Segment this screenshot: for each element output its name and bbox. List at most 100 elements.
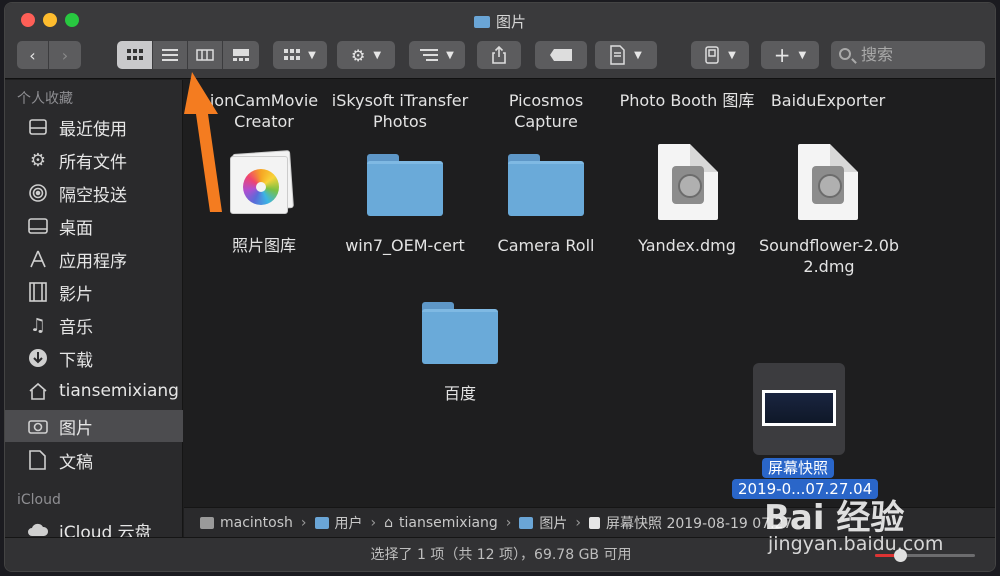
path-segment[interactable]: ⌂ tiansemixiang (384, 515, 498, 531)
gallery-view-button[interactable] (223, 41, 259, 69)
sidebar-item-downloads[interactable]: 下载 (5, 342, 183, 374)
sidebar-item-recents[interactable]: 最近使用 (5, 111, 183, 143)
sidebar-item-desktop[interactable]: 桌面 (5, 210, 183, 242)
disk-drive-icon (812, 166, 844, 204)
folder-icon[interactable] (422, 302, 498, 364)
selected-file-name: 屏幕快照 (762, 458, 835, 478)
recents-icon (27, 116, 49, 138)
file-name: Camera Roll (497, 236, 595, 255)
view-switcher (117, 41, 259, 69)
get-info-button[interactable]: ▼ (595, 41, 657, 69)
file-item[interactable]: Photo Booth 图库 (612, 90, 762, 111)
folder-icon (519, 516, 534, 529)
disk-drive-icon (672, 166, 704, 204)
document-icon (589, 516, 601, 529)
chevron-down-icon: ▼ (308, 49, 316, 61)
dmg-file-icon[interactable] (798, 144, 858, 220)
sidebar-item-label: 应用程序 (59, 251, 127, 272)
path-segment[interactable]: 图片 (519, 513, 567, 533)
file-name: iSkysoft iTransfer (331, 91, 469, 110)
chevron-right-icon: › (370, 514, 377, 531)
path-segment[interactable]: macintosh (200, 515, 293, 531)
favorites-header: 个人收藏 (17, 91, 73, 107)
share-button[interactable] (477, 41, 521, 69)
screenshot-file-icon[interactable] (753, 363, 845, 455)
list-view-button[interactable] (153, 41, 188, 69)
path-segment[interactable]: 屏幕快照 2019-08-19 07.27 (589, 513, 792, 533)
search-placeholder: 搜索 (861, 45, 894, 64)
chevron-down-icon: ▼ (634, 49, 642, 61)
file-item[interactable]: Picosmos Capture (476, 90, 616, 132)
camera-icon (27, 415, 49, 437)
home-icon: ⌂ (384, 514, 394, 531)
folder-icon[interactable] (367, 154, 443, 216)
chevron-right-icon: › (505, 514, 512, 531)
nav-buttons: ‹ › (17, 41, 81, 69)
icon-view-button[interactable] (117, 41, 153, 69)
finder-window: 图片 ‹ › ▼ ⚙ ▼ ▼ ▼ ▼ + ▼ 搜索 个人收藏 最近使用 ⚙ 所有… (4, 2, 996, 572)
sidebar-item-movies[interactable]: 影片 (5, 276, 183, 308)
folder-body (367, 161, 443, 216)
file-name: Soundflower-2.0b 2.dmg (754, 235, 904, 277)
chevron-right-icon: › (300, 514, 307, 531)
path-label: 用户 (334, 515, 363, 532)
group-button[interactable]: ▼ (273, 41, 327, 69)
forward-button[interactable]: › (49, 41, 81, 69)
hard-drive-icon (200, 516, 214, 529)
file-name: Photo Booth 图库 (619, 91, 755, 110)
sidebar-item-label: 所有文件 (59, 152, 127, 173)
icon-view-icon (126, 49, 143, 60)
folder-body (422, 309, 498, 364)
sidebar-item-airdrop[interactable]: 隔空投送 (5, 177, 183, 209)
file-grid: ionCamMovie Creator iSkysoft iTransfer P… (184, 80, 995, 507)
chevron-down-icon: ▼ (728, 49, 736, 61)
file-name: Photos (373, 112, 427, 131)
file-name-line: 2.dmg (803, 257, 855, 276)
sidebar: 个人收藏 最近使用 ⚙ 所有文件 隔空投送 桌面 应用程序 影片 ♫ 音乐 下载… (5, 80, 183, 543)
share-icon (492, 46, 506, 64)
file-name: Picosmos (508, 91, 584, 110)
gear-icon: ⚙ (29, 149, 47, 171)
arrange-button[interactable]: ▼ (409, 41, 465, 69)
column-view-button[interactable] (188, 41, 223, 69)
baidu-watermark: Bai 经验 (764, 490, 904, 539)
sidebar-item-documents[interactable]: 文稿 (5, 444, 183, 476)
dmg-file-icon[interactable] (658, 144, 718, 220)
file-name: win7_OEM-cert (345, 236, 465, 255)
sidebar-item-label: 音乐 (59, 317, 93, 338)
action-button[interactable]: ⚙ ▼ (337, 41, 395, 69)
file-name: Capture (514, 112, 578, 131)
add-button[interactable]: + ▼ (761, 41, 819, 69)
sidebar-item-label: 桌面 (59, 218, 93, 239)
home-icon (27, 380, 49, 402)
sidebar-item-label: 图片 (59, 418, 93, 439)
download-icon (27, 347, 49, 369)
path-label: macintosh (220, 514, 293, 531)
annotation-arrow-icon (184, 72, 222, 212)
file-name: BaiduExporter (770, 91, 886, 110)
device-icon (705, 46, 719, 64)
arrange-icon (420, 49, 439, 61)
folder-body (508, 161, 584, 216)
file-item[interactable]: BaiduExporter (758, 90, 898, 111)
search-input[interactable]: 搜索 (831, 41, 985, 69)
file-item[interactable]: iSkysoft iTransfer Photos (330, 90, 470, 132)
tag-icon (550, 49, 572, 61)
sidebar-item-home[interactable]: tiansemixiang (5, 375, 183, 407)
sidebar-item-label: 影片 (59, 284, 93, 305)
tag-button[interactable] (535, 41, 587, 69)
folder-icon[interactable] (508, 154, 584, 216)
list-view-icon (162, 49, 178, 61)
folder-icon (473, 16, 490, 28)
window-title-text: 图片 (495, 13, 526, 31)
path-segment[interactable]: 用户 (314, 513, 363, 533)
music-icon: ♫ (29, 314, 47, 336)
sidebar-item-pictures[interactable]: 图片 (5, 410, 183, 442)
device-button[interactable]: ▼ (691, 41, 749, 69)
sidebar-item-all-files[interactable]: ⚙ 所有文件 (5, 144, 183, 176)
back-button[interactable]: ‹ (17, 41, 49, 69)
sidebar-item-music[interactable]: ♫ 音乐 (5, 309, 183, 341)
sidebar-item-applications[interactable]: 应用程序 (5, 243, 183, 275)
icloud-header: iCloud (17, 492, 61, 508)
titlebar: 图片 ‹ › ▼ ⚙ ▼ ▼ ▼ ▼ + ▼ 搜索 (5, 3, 995, 79)
